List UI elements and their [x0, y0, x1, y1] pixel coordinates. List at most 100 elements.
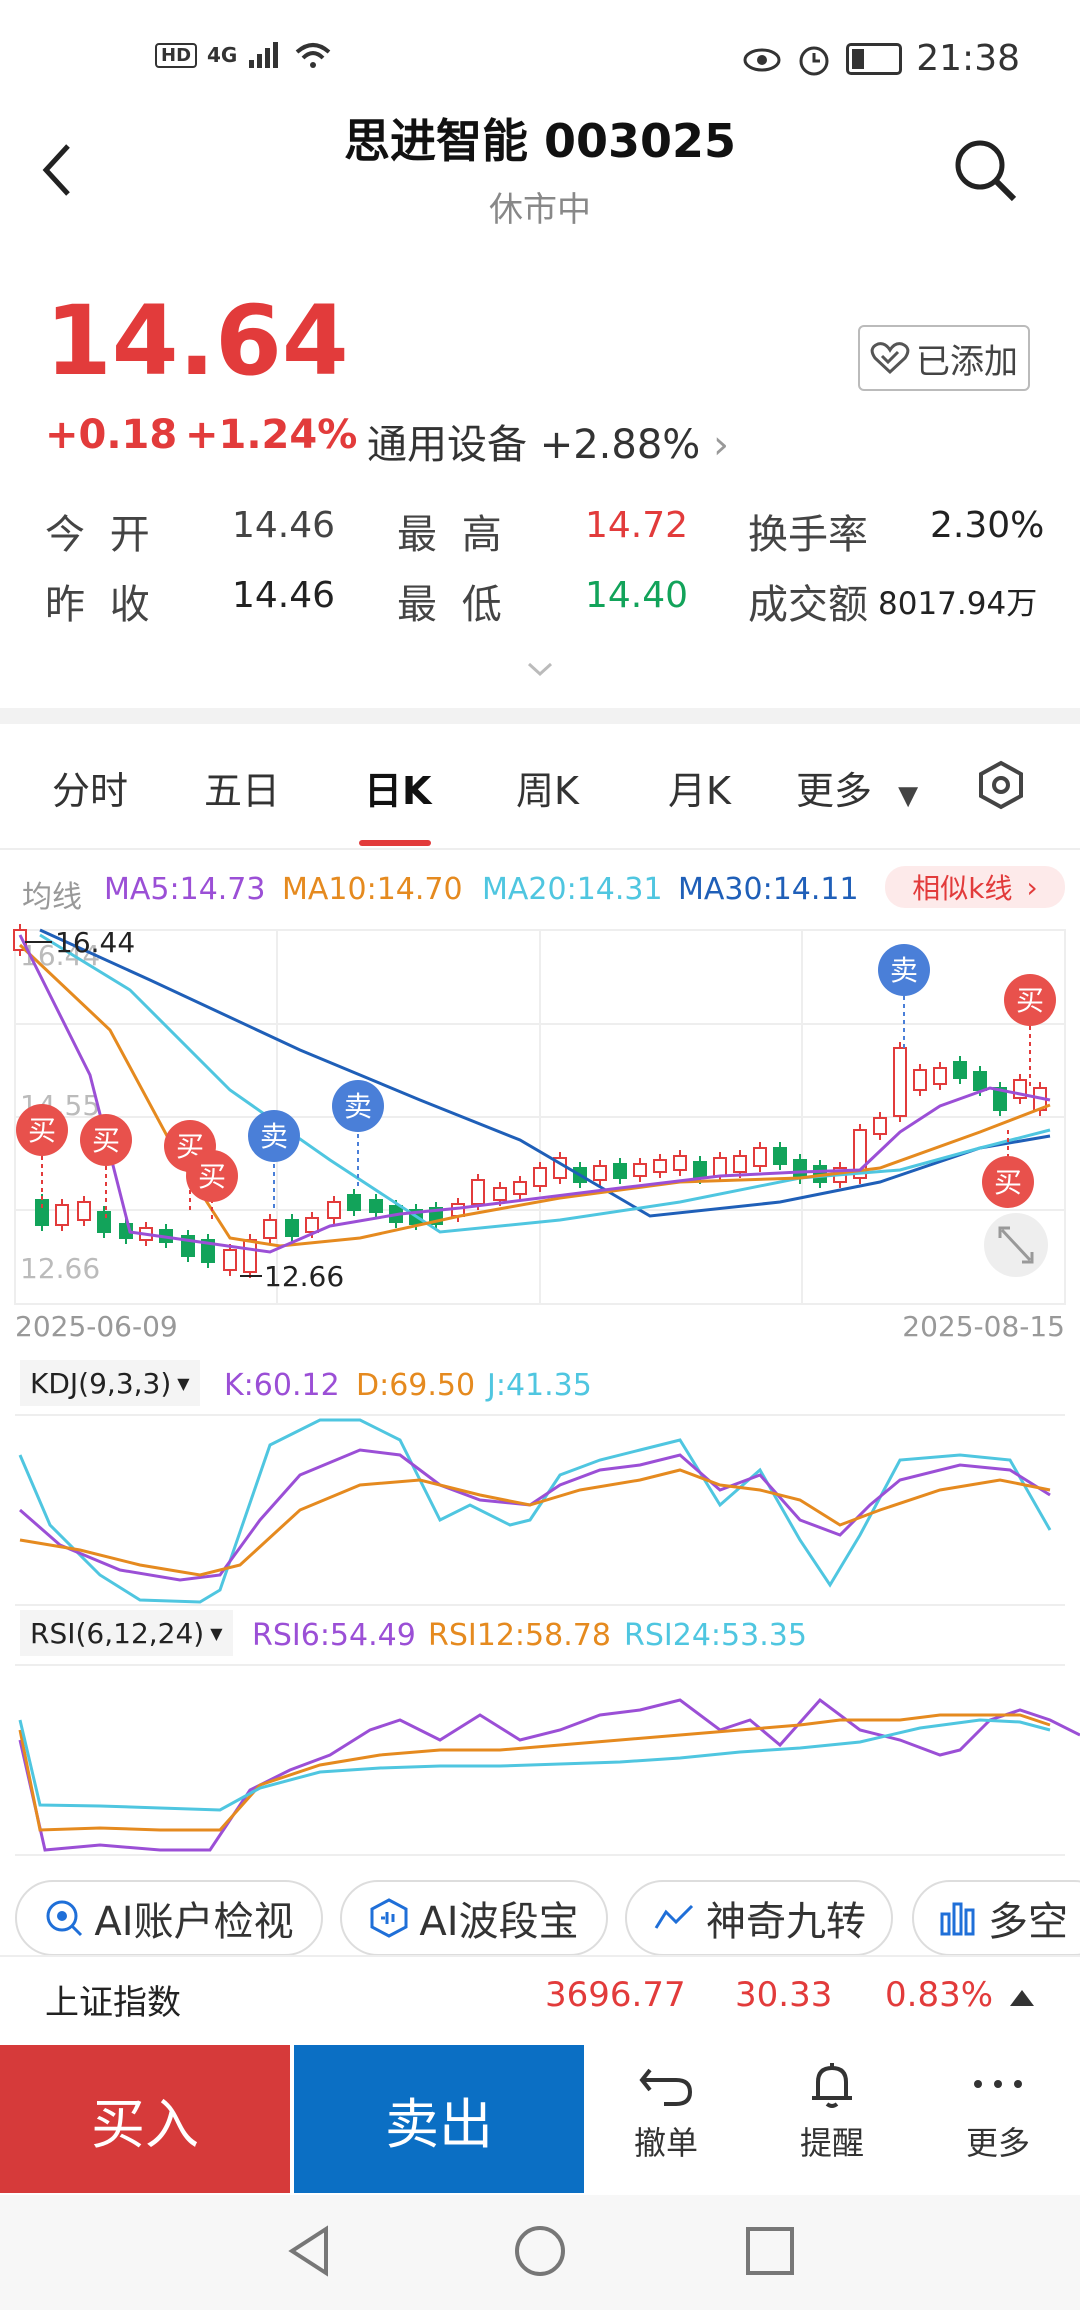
feature-label: AI波段宝 [419, 1899, 579, 1945]
candle-body [223, 1249, 237, 1271]
candle-body [263, 1219, 277, 1239]
cancel-order-button[interactable]: 撤单 [606, 2060, 726, 2164]
more-actions-label: 更多 [965, 2124, 1030, 2162]
stat-low-value: 14.40 [585, 575, 689, 616]
search-icon[interactable] [950, 135, 1020, 205]
buy-signal-marker[interactable]: 买 [1004, 974, 1056, 1090]
expand-up-icon[interactable] [1008, 1988, 1036, 2008]
tab-monthly-k[interactable]: 月K [668, 760, 731, 815]
rsi12-value: RSI12:58.78 [428, 1618, 611, 1653]
tab-intraday[interactable]: 分时 [52, 760, 128, 815]
sector-link[interactable]: 通用设备 +2.88% › [367, 412, 729, 470]
candle-body [305, 1217, 319, 1233]
watchlist-added-button[interactable]: 已添加 [858, 325, 1030, 391]
similar-k-label: 相似k线 [912, 872, 1013, 905]
kline-chart[interactable]: 16.44 14.55 12.66 16.44 12.66 买 买 买 买 卖 … [0, 920, 1080, 1340]
trend-line-icon [654, 1904, 694, 1929]
section-divider [0, 708, 1080, 724]
expand-chevron-icon[interactable] [525, 660, 555, 680]
nav-back-icon[interactable] [284, 2223, 334, 2279]
status-right: 21:38 [742, 38, 1020, 79]
candle-body [793, 1159, 807, 1179]
feature-label: 神奇九转 [706, 1899, 866, 1945]
candle-body [733, 1155, 747, 1173]
sell-signal-label: 卖 [260, 1120, 288, 1153]
ma30-value: MA30:14.11 [678, 872, 859, 907]
y-axis-bottom: 12.66 [20, 1252, 100, 1285]
nav-recents-icon[interactable] [744, 2225, 796, 2277]
sell-signal-marker[interactable]: 卖 [332, 1080, 384, 1190]
ai-band-button[interactable]: AI波段宝 [340, 1880, 608, 1956]
settings-hex-icon[interactable] [976, 760, 1026, 810]
ai-account-check-button[interactable]: AI账户检视 [15, 1880, 323, 1956]
candle-body [369, 1199, 383, 1213]
kdj-chart [15, 1414, 1065, 1606]
tab-five-day[interactable]: 五日 [204, 760, 280, 815]
candle-body [713, 1157, 727, 1177]
kdj-selector[interactable]: KDJ(9,3,3) ▼ [20, 1360, 200, 1406]
bell-icon [812, 2063, 852, 2108]
more-dots-icon [974, 2080, 1022, 2088]
candle-body [327, 1201, 341, 1219]
candle-body [35, 1199, 49, 1226]
candle-body [653, 1159, 667, 1173]
wifi-icon [296, 43, 331, 68]
stat-low-label: 最 低 [397, 582, 508, 628]
alert-button[interactable]: 提醒 [772, 2060, 892, 2164]
candle-body [593, 1165, 607, 1181]
similar-k-button[interactable]: 相似k线 › [885, 866, 1065, 908]
candle-body [493, 1187, 507, 1201]
candle-body [873, 1117, 887, 1135]
caret-down-icon: ▼ [210, 1623, 223, 1643]
ma5-value: MA5:14.73 [104, 872, 266, 907]
kdj-d-line [19, 1468, 1051, 1577]
candle-body [243, 1239, 257, 1273]
more-actions-button[interactable]: 更多 [938, 2060, 1058, 2164]
price-change: +0.18 [45, 412, 178, 458]
battery-icon [846, 42, 903, 75]
magic-nine-button[interactable]: 神奇九转 [625, 1880, 893, 1956]
ma20-value: MA20:14.31 [482, 872, 663, 907]
bar-chart-icon [940, 1902, 975, 1936]
fullscreen-button[interactable] [984, 1213, 1048, 1277]
nav-home-icon[interactable] [512, 2223, 568, 2279]
candle-body [753, 1147, 767, 1167]
cancel-order-label: 撤单 [633, 2124, 698, 2162]
sell-signal-marker[interactable]: 卖 [248, 1110, 300, 1210]
network-type: 4G [207, 43, 238, 67]
stat-amount-value: 8017.94万 [878, 586, 1038, 622]
active-tab-indicator [359, 840, 431, 846]
sell-signal-label: 卖 [890, 954, 918, 987]
status-bar: HD 4G 21:38 [0, 0, 1080, 120]
sell-button[interactable]: 卖出 [294, 2045, 584, 2193]
tab-daily-k[interactable]: 日K [364, 760, 431, 815]
min-price-label: 12.66 [264, 1260, 344, 1293]
stat-turnover-label: 换手率 [748, 512, 868, 558]
tab-more[interactable]: 更多 ▼ [796, 760, 918, 815]
market-status: 休市中 [489, 190, 591, 230]
rsi-selector[interactable]: RSI(6,12,24) ▼ [20, 1610, 233, 1656]
buy-button[interactable]: 买入 [0, 2045, 290, 2193]
candle-body [533, 1167, 547, 1187]
alert-label: 提醒 [799, 2124, 864, 2162]
date-end: 2025-08-15 [902, 1310, 1065, 1343]
sell-signal-marker[interactable]: 卖 [878, 944, 930, 1050]
buy-signal-marker[interactable]: 买 [982, 1130, 1034, 1208]
kdj-d-value: D:69.50 [356, 1368, 476, 1403]
buy-signal-label: 买 [1016, 984, 1044, 1017]
caret-down-icon: ▼ [177, 1373, 190, 1393]
signal-icon [249, 42, 279, 68]
sell-signal-label: 卖 [344, 1090, 372, 1123]
tabs-divider [0, 848, 1080, 850]
index-change: 30.33 [735, 1975, 833, 2015]
rsi24-line [18, 1718, 1051, 1812]
ai-hex-icon [370, 1898, 408, 1938]
long-short-button[interactable]: 多空 [912, 1880, 1080, 1956]
stat-high-value: 14.72 [585, 505, 689, 546]
candle-body [633, 1163, 647, 1177]
tab-weekly-k[interactable]: 周K [516, 760, 579, 815]
clock: 21:38 [916, 38, 1020, 79]
stat-turnover-value: 2.30% [930, 505, 1045, 546]
index-name[interactable]: 上证指数 [45, 1975, 181, 2024]
stat-open-value: 14.46 [232, 505, 336, 546]
